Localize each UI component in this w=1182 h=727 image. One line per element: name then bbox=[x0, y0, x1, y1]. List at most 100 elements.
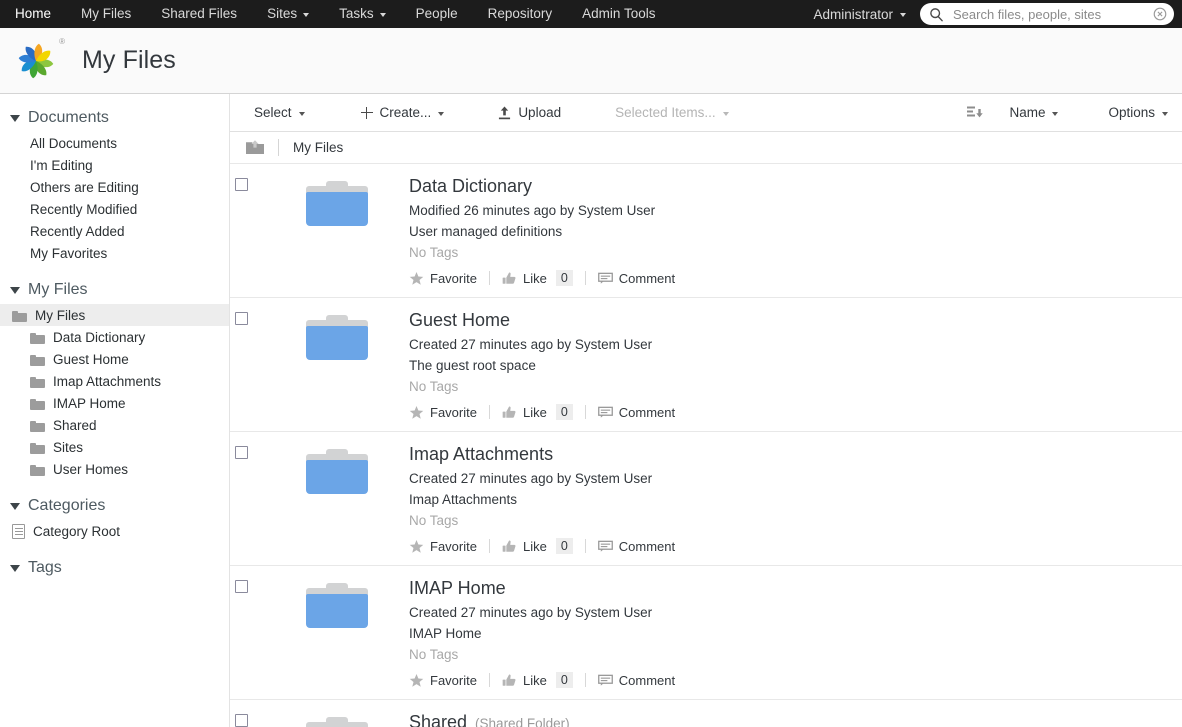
plus-icon bbox=[360, 106, 373, 119]
sidebar-tree-item-imap-home[interactable]: IMAP Home bbox=[0, 392, 229, 414]
row-tags[interactable]: No Tags bbox=[409, 647, 1170, 662]
like-count: 0 bbox=[555, 672, 573, 688]
file-name-link[interactable]: Shared bbox=[409, 712, 467, 727]
breadcrumb: My Files bbox=[230, 132, 1182, 164]
row-checkbox[interactable] bbox=[235, 580, 248, 593]
favorite-action[interactable]: Favorite bbox=[409, 405, 489, 420]
like-action[interactable]: Like 0 bbox=[502, 672, 585, 688]
folder-icon[interactable] bbox=[306, 181, 368, 229]
nav-item-repository[interactable]: Repository bbox=[473, 0, 568, 28]
selected-items-button[interactable]: Selected Items... bbox=[601, 100, 743, 125]
options-button[interactable]: Options bbox=[1094, 100, 1168, 125]
sidebar-tree-item-user-homes[interactable]: User Homes bbox=[0, 458, 229, 480]
favorite-action[interactable]: Favorite bbox=[409, 673, 489, 688]
chevron-down-icon bbox=[438, 111, 445, 116]
create-button[interactable]: Create... bbox=[347, 100, 459, 125]
folder-icon[interactable] bbox=[306, 717, 368, 727]
nav-item-admin-tools[interactable]: Admin Tools bbox=[567, 0, 670, 28]
file-name-link[interactable]: IMAP Home bbox=[409, 578, 506, 598]
toolbar: Select Create... Upload Selected Items..… bbox=[230, 94, 1182, 132]
category-document-icon bbox=[12, 523, 25, 539]
sidebar-item-i-m-editing[interactable]: I'm Editing bbox=[0, 154, 229, 176]
sidebar-tree-root-my-files[interactable]: My Files bbox=[0, 304, 229, 326]
nav-item-tasks[interactable]: Tasks bbox=[324, 0, 401, 28]
comment-label: Comment bbox=[618, 270, 676, 286]
sidebar-tree-item-imap-attachments[interactable]: Imap Attachments bbox=[0, 370, 229, 392]
row-title-line: IMAP Home bbox=[409, 578, 1170, 599]
sidebar-item-recently-modified[interactable]: Recently Modified bbox=[0, 198, 229, 220]
sidebar-section-myfiles[interactable]: My Files bbox=[0, 276, 229, 304]
nav-item-sites[interactable]: Sites bbox=[252, 0, 324, 28]
sort-direction-icon[interactable] bbox=[967, 106, 984, 120]
row-title-line: Data Dictionary bbox=[409, 176, 1170, 197]
like-label: Like bbox=[522, 404, 547, 420]
action-divider bbox=[488, 405, 490, 419]
sidebar-item-others-are-editing[interactable]: Others are Editing bbox=[0, 176, 229, 198]
nav-item-home[interactable]: Home bbox=[0, 0, 66, 28]
nav-item-label: Sites bbox=[267, 6, 298, 21]
comment-label: Comment bbox=[618, 404, 676, 420]
thumbs-up-icon bbox=[502, 405, 516, 418]
search-icon bbox=[930, 7, 943, 21]
folder-icon[interactable] bbox=[306, 315, 368, 363]
sidebar-tree-item-data-dictionary[interactable]: Data Dictionary bbox=[0, 326, 229, 348]
file-name-link[interactable]: Data Dictionary bbox=[409, 176, 532, 196]
sidebar: Documents All Documents I'm Editing Others… bbox=[0, 94, 230, 727]
sidebar-tree-item-sites[interactable]: Sites bbox=[0, 436, 229, 458]
row-tags[interactable]: No Tags bbox=[409, 513, 1170, 528]
file-name-link[interactable]: Imap Attachments bbox=[409, 444, 553, 464]
search-input[interactable] bbox=[951, 5, 1146, 23]
primary-nav-items: Home My Files Shared Files Sites Tasks People… bbox=[0, 0, 670, 28]
sidebar-item-category-root[interactable]: Category Root bbox=[0, 520, 229, 542]
favorite-label: Favorite bbox=[430, 672, 477, 688]
upload-button[interactable]: Upload bbox=[484, 100, 575, 125]
row-checkbox[interactable] bbox=[235, 446, 248, 459]
registered-trademark-mark: ® bbox=[59, 36, 65, 46]
comment-action[interactable]: Comment bbox=[597, 673, 687, 688]
favorite-label: Favorite bbox=[430, 270, 477, 286]
file-name-link[interactable]: Guest Home bbox=[409, 310, 510, 330]
sidebar-item-all-documents[interactable]: All Documents bbox=[0, 132, 229, 154]
like-action[interactable]: Like 0 bbox=[502, 404, 585, 420]
sort-field-button[interactable]: Name bbox=[995, 100, 1072, 125]
user-menu[interactable]: Administrator bbox=[799, 7, 920, 22]
comment-action[interactable]: Comment bbox=[597, 270, 687, 286]
row-checkbox-cell bbox=[230, 176, 265, 286]
like-action[interactable]: Like 0 bbox=[502, 270, 585, 286]
folder-up-icon[interactable] bbox=[246, 140, 264, 155]
row-checkbox[interactable] bbox=[235, 178, 248, 191]
row-checkbox[interactable] bbox=[235, 714, 248, 727]
folder-icon[interactable] bbox=[306, 449, 368, 497]
comment-action[interactable]: Comment bbox=[597, 539, 687, 554]
sidebar-item-my-favorites[interactable]: My Favorites bbox=[0, 242, 229, 264]
search-box[interactable] bbox=[920, 3, 1174, 25]
favorite-action[interactable]: Favorite bbox=[409, 271, 489, 286]
like-action[interactable]: Like 0 bbox=[502, 538, 585, 554]
sidebar-item-recently-added[interactable]: Recently Added bbox=[0, 220, 229, 242]
select-button[interactable]: Select bbox=[240, 100, 319, 125]
sidebar-tree-item-shared[interactable]: Shared bbox=[0, 414, 229, 436]
row-tags[interactable]: No Tags bbox=[409, 245, 1170, 260]
chevron-down-icon bbox=[1052, 111, 1059, 116]
folder-icon[interactable] bbox=[306, 583, 368, 631]
favorite-action[interactable]: Favorite bbox=[409, 539, 489, 554]
alfresco-logo[interactable]: ® bbox=[12, 37, 65, 85]
row-tags[interactable]: No Tags bbox=[409, 379, 1170, 394]
row-thumbnail-cell bbox=[265, 444, 409, 554]
nav-item-people[interactable]: People bbox=[401, 0, 473, 28]
row-title-line: Guest Home bbox=[409, 310, 1170, 331]
clear-search-icon[interactable] bbox=[1153, 7, 1167, 21]
comment-icon bbox=[597, 406, 613, 418]
breadcrumb-current[interactable]: My Files bbox=[293, 140, 343, 155]
comment-action[interactable]: Comment bbox=[597, 404, 687, 420]
sidebar-section-documents[interactable]: Documents bbox=[0, 104, 229, 132]
nav-item-shared-files[interactable]: Shared Files bbox=[146, 0, 252, 28]
thumbs-up-icon bbox=[502, 271, 516, 284]
sidebar-section-categories[interactable]: Categories bbox=[0, 492, 229, 520]
file-name-suffix: (Shared Folder) bbox=[475, 716, 570, 727]
sidebar-section-tags[interactable]: Tags bbox=[0, 554, 229, 582]
tree-item-label: Guest Home bbox=[53, 351, 129, 367]
row-checkbox[interactable] bbox=[235, 312, 248, 325]
nav-item-my-files[interactable]: My Files bbox=[66, 0, 146, 28]
sidebar-tree-item-guest-home[interactable]: Guest Home bbox=[0, 348, 229, 370]
